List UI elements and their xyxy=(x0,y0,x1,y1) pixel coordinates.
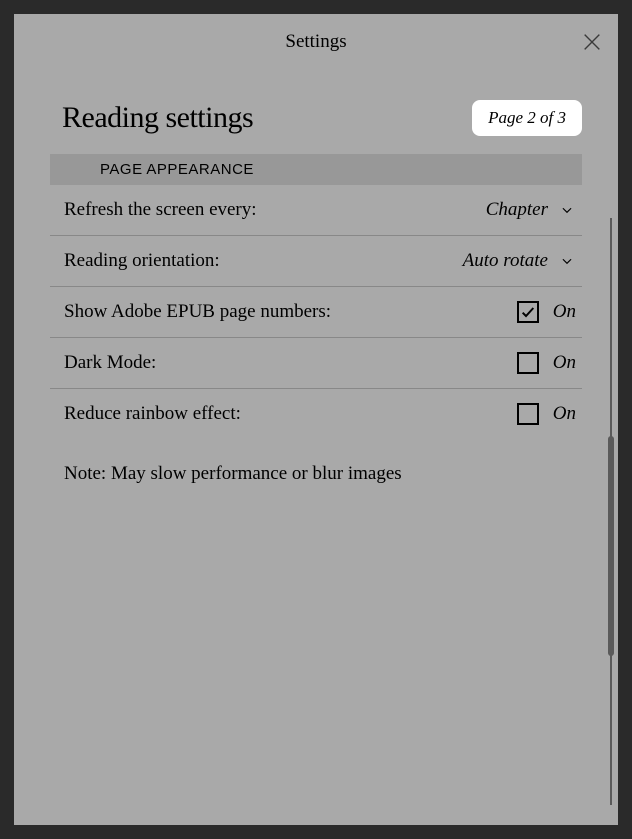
scrollbar-track[interactable] xyxy=(610,218,612,805)
modal-title: Settings xyxy=(285,31,346,53)
row-refresh-screen[interactable]: Refresh the screen every: Chapter xyxy=(50,185,582,236)
row-label: Refresh the screen every: xyxy=(64,199,257,221)
app-frame: Settings Reading settings Page 2 of 3 PA… xyxy=(0,0,632,839)
title-row: Reading settings Page 2 of 3 xyxy=(14,70,618,154)
row-label: Reading orientation: xyxy=(64,250,220,272)
checkmark-icon xyxy=(520,304,536,320)
row-value: Auto rotate xyxy=(463,250,576,272)
row-label: Dark Mode: xyxy=(64,352,156,374)
value-text: Auto rotate xyxy=(463,250,548,272)
value-text: On xyxy=(553,301,576,323)
checkbox-unchecked[interactable] xyxy=(517,403,539,425)
row-value: On xyxy=(517,403,576,425)
page-indicator-badge[interactable]: Page 2 of 3 xyxy=(472,100,582,136)
row-value: On xyxy=(517,352,576,374)
value-text: On xyxy=(553,352,576,374)
row-label: Show Adobe EPUB page numbers: xyxy=(64,301,331,323)
checkbox-checked[interactable] xyxy=(517,301,539,323)
row-dark-mode[interactable]: Dark Mode: On xyxy=(50,338,582,389)
row-value: On xyxy=(517,301,576,323)
chevron-down-icon xyxy=(558,252,576,270)
page-title: Reading settings xyxy=(62,101,253,135)
value-text: On xyxy=(553,403,576,425)
modal-header: Settings xyxy=(14,14,618,70)
settings-panel: Settings Reading settings Page 2 of 3 PA… xyxy=(14,14,618,825)
row-reading-orientation[interactable]: Reading orientation: Auto rotate xyxy=(50,236,582,287)
row-reduce-rainbow[interactable]: Reduce rainbow effect: On xyxy=(50,389,582,439)
checkbox-unchecked[interactable] xyxy=(517,352,539,374)
content: Reading settings Page 2 of 3 PAGE APPEAR… xyxy=(14,70,618,825)
value-text: Chapter xyxy=(486,199,548,221)
scrollbar-thumb[interactable] xyxy=(608,436,614,656)
chevron-down-icon xyxy=(558,201,576,219)
settings-list: Refresh the screen every: Chapter Readin… xyxy=(50,185,582,499)
row-value: Chapter xyxy=(486,199,576,221)
close-icon xyxy=(581,31,603,53)
close-button[interactable] xyxy=(576,26,608,58)
note-text: Note: May slow performance or blur image… xyxy=(50,439,582,499)
row-adobe-epub[interactable]: Show Adobe EPUB page numbers: On xyxy=(50,287,582,338)
content-wrap: Reading settings Page 2 of 3 PAGE APPEAR… xyxy=(14,70,618,825)
row-label: Reduce rainbow effect: xyxy=(64,403,241,425)
section-header: PAGE APPEARANCE xyxy=(50,154,582,185)
